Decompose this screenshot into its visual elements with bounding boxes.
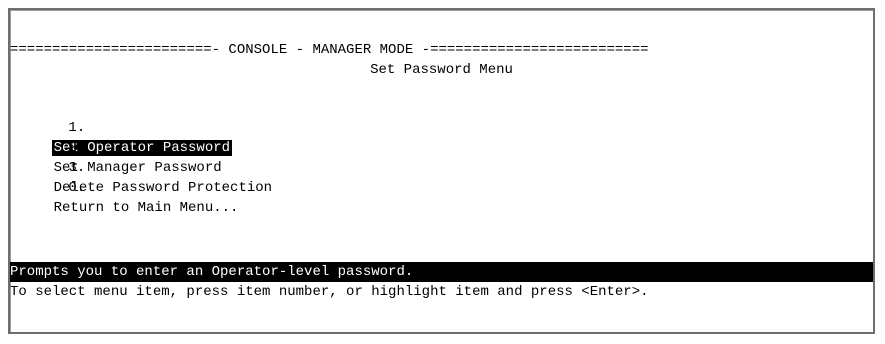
console-window: ========================- CONSOLE - MANA… bbox=[8, 8, 875, 334]
menu-item-return-to-main-menu[interactable]: 0. Return to Main Menu... bbox=[18, 158, 240, 238]
console-mode-banner: ========================- CONSOLE - MANA… bbox=[10, 42, 649, 58]
navigation-instructions: To select menu item, press item number, … bbox=[10, 284, 649, 300]
menu-item-number: 0. bbox=[51, 180, 94, 196]
help-text: Prompts you to enter an Operator-level p… bbox=[10, 264, 414, 280]
menu-item-label: Return to Main Menu... bbox=[53, 200, 239, 216]
menu-title: Set Password Menu bbox=[370, 62, 513, 78]
